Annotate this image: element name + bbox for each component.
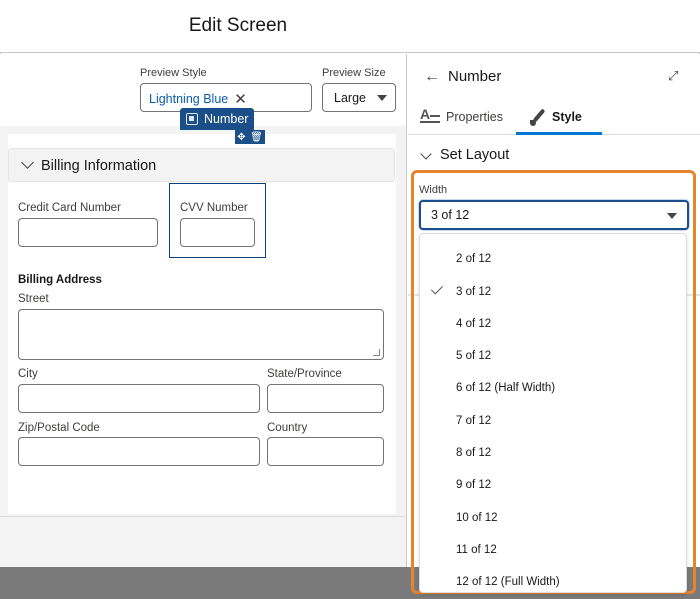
expand-icon[interactable]: ⤢ bbox=[668, 68, 678, 84]
trash-icon[interactable]: 🗑 bbox=[250, 132, 263, 143]
state-field[interactable] bbox=[267, 384, 384, 413]
option-label: 10 of 12 bbox=[456, 512, 498, 524]
dropdown-option[interactable]: 2 of 12 bbox=[420, 244, 686, 276]
street-label: Street bbox=[18, 293, 49, 305]
chevron-down-icon bbox=[667, 213, 677, 219]
set-layout-title: Set Layout bbox=[440, 147, 510, 163]
credit-card-label: Credit Card Number bbox=[18, 202, 121, 214]
city-field[interactable] bbox=[18, 384, 260, 413]
zip-field[interactable] bbox=[18, 437, 260, 466]
cvv-label: CVV Number bbox=[180, 202, 248, 214]
move-icon[interactable]: ✥ bbox=[237, 132, 245, 143]
option-label: 3 of 12 bbox=[456, 286, 492, 298]
section-title: Billing Information bbox=[41, 158, 157, 174]
chevron-down-icon bbox=[377, 95, 387, 101]
zip-label: Zip/Postal Code bbox=[18, 422, 100, 434]
panel-tabs: A Properties Style bbox=[408, 101, 700, 135]
city-label: City bbox=[18, 368, 38, 380]
tab-style-label: Style bbox=[552, 110, 582, 124]
check-icon bbox=[430, 282, 444, 295]
preview-size-label: Preview Size bbox=[322, 67, 386, 79]
dropdown-option[interactable]: 8 of 12 bbox=[420, 438, 686, 470]
tab-style[interactable]: Style bbox=[530, 109, 582, 126]
country-label: Country bbox=[267, 422, 308, 434]
preview-style-pill[interactable]: Lightning Blue ✕ bbox=[145, 89, 251, 109]
preview-style-label: Preview Style bbox=[140, 67, 207, 79]
country-field[interactable] bbox=[267, 437, 384, 466]
option-label: 7 of 12 bbox=[456, 415, 492, 427]
properties-icon: A bbox=[420, 106, 440, 125]
resize-handle-icon[interactable] bbox=[373, 349, 380, 356]
number-field-icon bbox=[186, 113, 198, 125]
width-label: Width bbox=[419, 184, 448, 196]
option-label: 4 of 12 bbox=[456, 318, 492, 330]
preview-size-select[interactable]: Large bbox=[322, 83, 396, 112]
width-select-value: 3 of 12 bbox=[431, 208, 470, 222]
set-layout-section-header[interactable]: Set Layout bbox=[408, 142, 700, 172]
dropdown-option[interactable]: 4 of 12 bbox=[420, 309, 686, 341]
dropdown-option[interactable]: 7 of 12 bbox=[420, 406, 686, 438]
back-arrow-icon[interactable]: ← bbox=[424, 68, 440, 86]
remove-icon[interactable]: ✕ bbox=[234, 90, 247, 108]
chevron-down-icon[interactable] bbox=[21, 156, 34, 169]
option-label: 11 of 12 bbox=[456, 544, 497, 556]
tab-properties-label: Properties bbox=[446, 110, 503, 124]
top-bar: Edit Screen bbox=[0, 0, 700, 53]
chevron-down-icon[interactable] bbox=[420, 148, 432, 160]
billing-address-heading: Billing Address bbox=[18, 274, 102, 286]
credit-card-field[interactable] bbox=[18, 218, 158, 247]
screen-preview-area: Preview Style Lightning Blue ✕ Preview S… bbox=[0, 54, 407, 567]
option-label: 12 of 12 (Full Width) bbox=[456, 576, 560, 588]
page-title: Edit Screen bbox=[188, 15, 288, 36]
option-label: 9 of 12 bbox=[456, 479, 492, 491]
dropdown-option[interactable]: 10 of 12 bbox=[420, 503, 686, 535]
preview-size-value: Large bbox=[334, 90, 366, 105]
tab-properties[interactable]: A Properties bbox=[420, 106, 503, 125]
component-toolbar: ✥ 🗑 bbox=[235, 130, 265, 144]
state-label: State/Province bbox=[267, 368, 342, 380]
dropdown-option[interactable]: 5 of 12 bbox=[420, 341, 686, 373]
dropdown-option[interactable]: 12 of 12 (Full Width) bbox=[420, 567, 686, 592]
dropdown-option[interactable]: 6 of 12 (Half Width) bbox=[420, 373, 686, 405]
preview-style-pill-label: Lightning Blue bbox=[149, 92, 229, 106]
dropdown-option[interactable]: 9 of 12 bbox=[420, 470, 686, 502]
option-label: 5 of 12 bbox=[456, 350, 492, 362]
component-type-label: Number bbox=[204, 112, 249, 126]
option-label: 8 of 12 bbox=[456, 447, 492, 459]
width-select[interactable]: 3 of 12 bbox=[419, 200, 689, 230]
panel-title: Number bbox=[448, 68, 502, 85]
paintbrush-icon bbox=[530, 109, 546, 126]
component-type-badge[interactable]: Number bbox=[180, 108, 254, 130]
option-label: 2 of 12 bbox=[456, 253, 492, 265]
section-header-billing[interactable]: Billing Information bbox=[8, 148, 395, 182]
option-label: 6 of 12 (Half Width) bbox=[456, 382, 556, 394]
dropdown-option-selected[interactable]: 3 of 12 bbox=[420, 277, 686, 309]
cvv-field[interactable] bbox=[180, 218, 255, 247]
width-dropdown-list: 2 of 12 3 of 12 4 of 12 5 of 12 6 of 12 … bbox=[419, 233, 687, 593]
canvas-footer bbox=[0, 516, 406, 567]
street-field[interactable] bbox=[18, 309, 384, 360]
active-tab-indicator bbox=[516, 132, 602, 135]
dropdown-option[interactable]: 11 of 12 bbox=[420, 535, 686, 567]
